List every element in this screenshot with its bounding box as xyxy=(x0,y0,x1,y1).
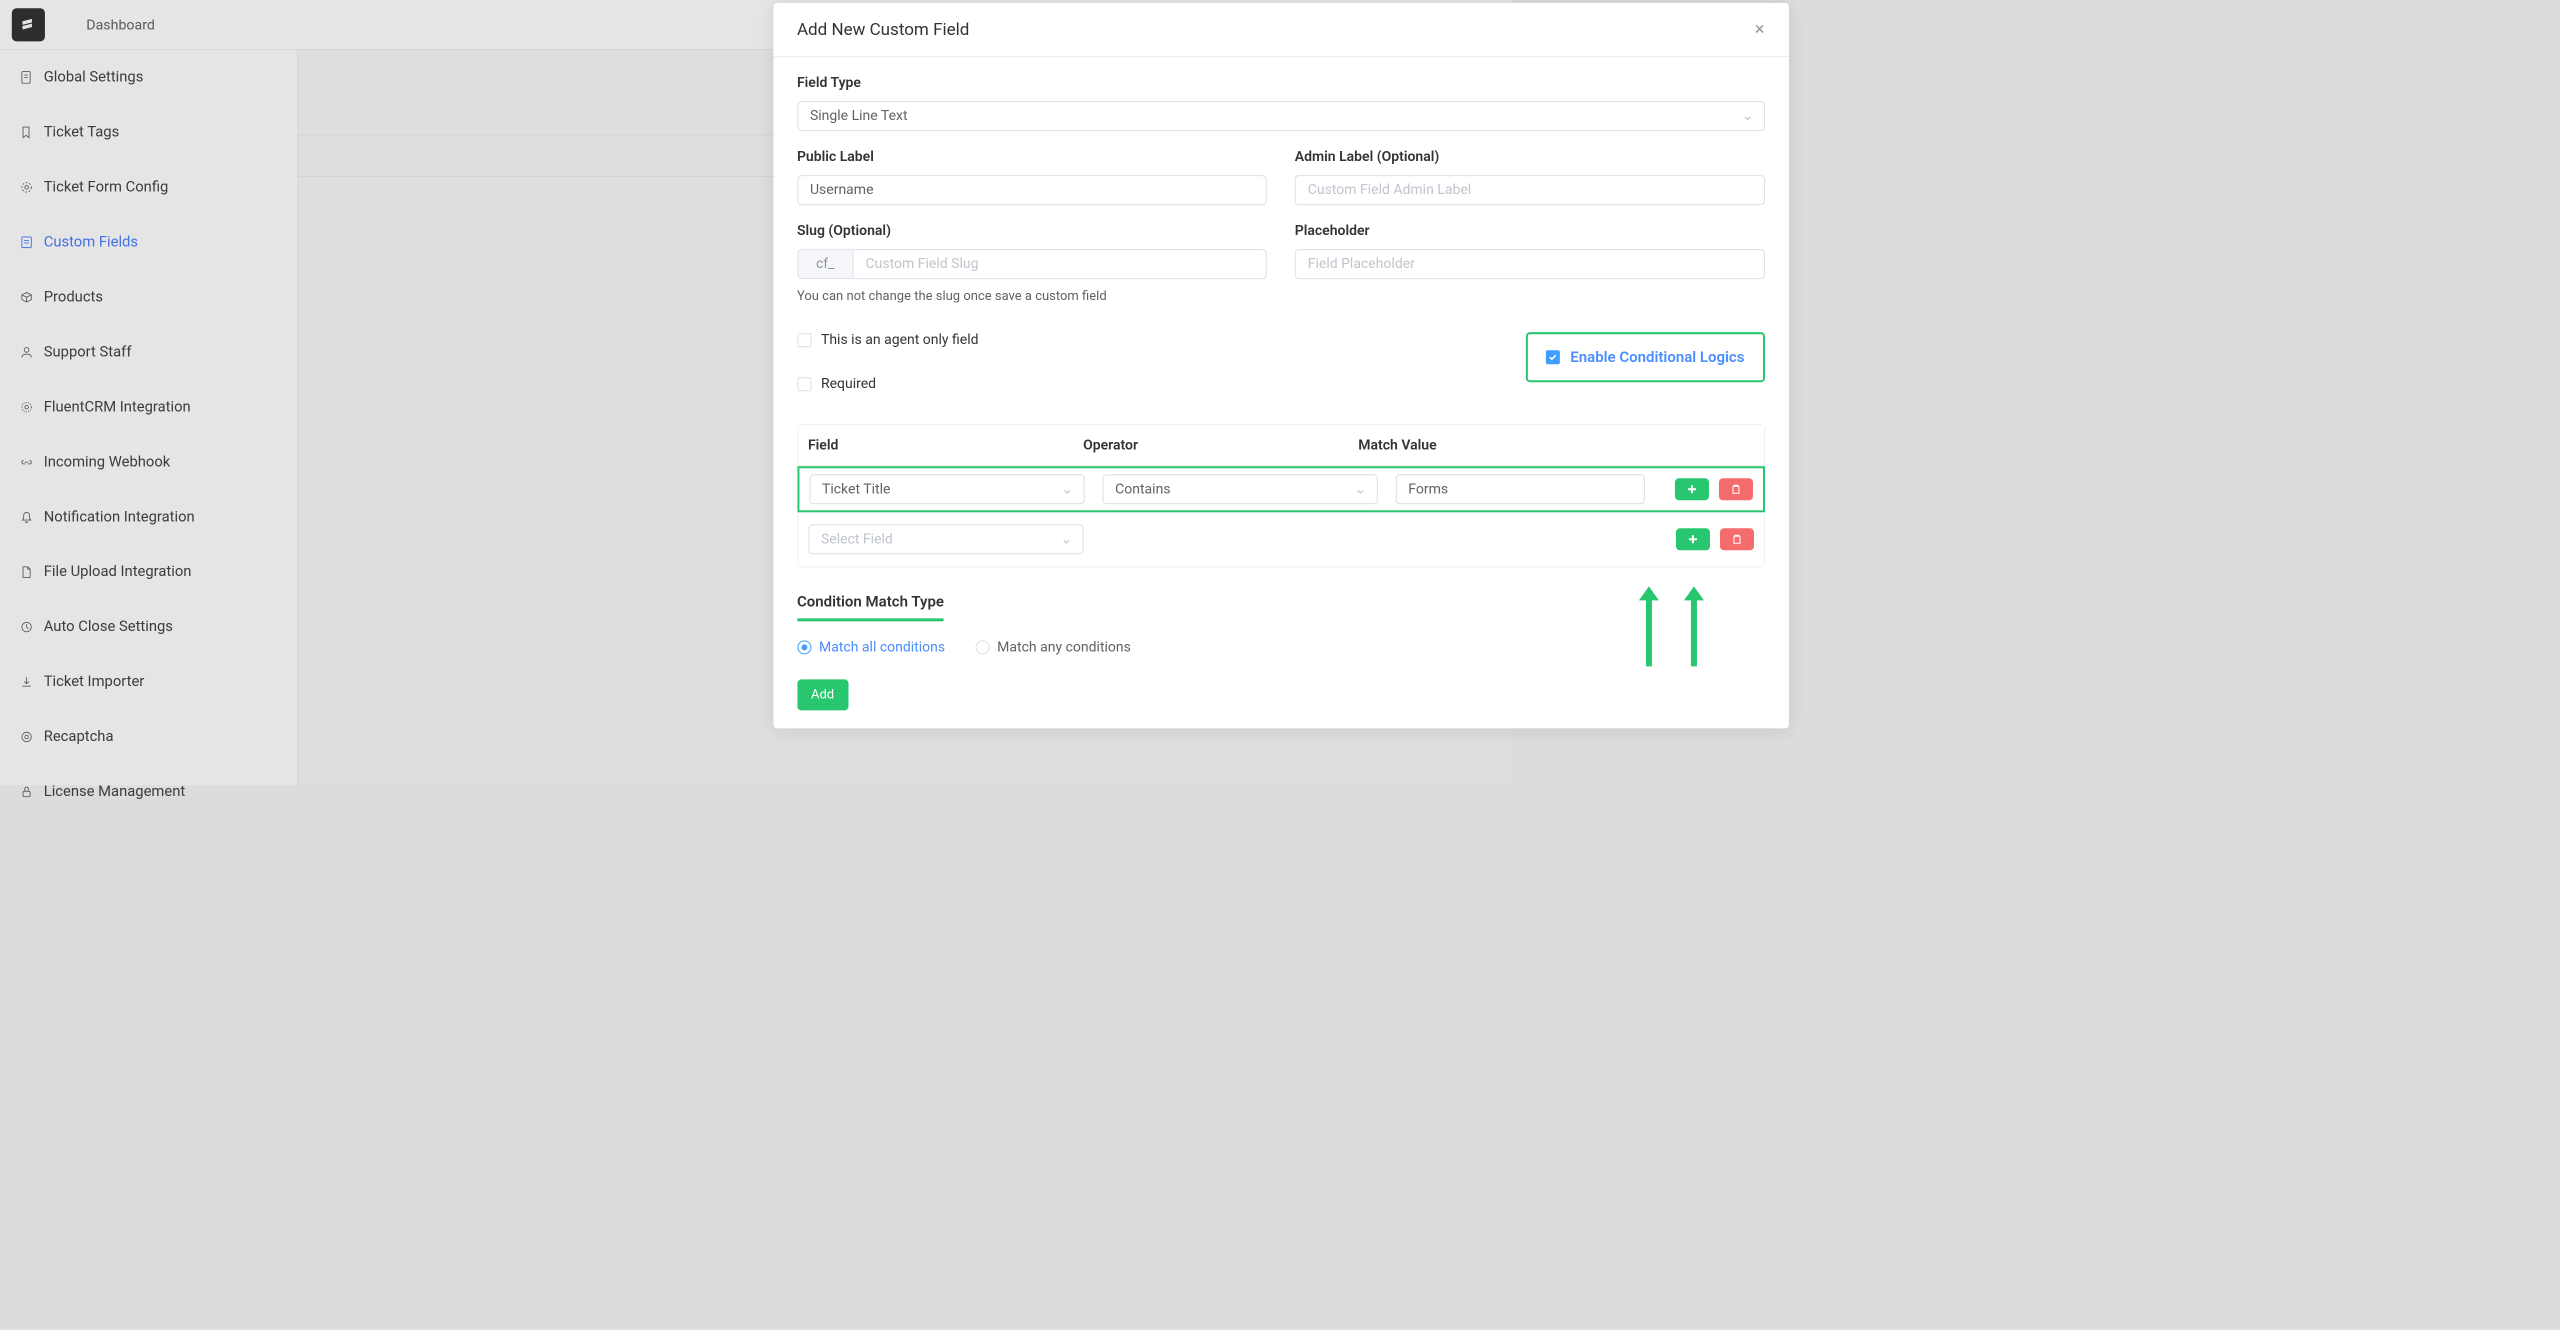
radio-icon xyxy=(797,640,811,654)
enable-conditional-checkbox[interactable] xyxy=(1546,350,1560,364)
plus-icon xyxy=(1686,533,1698,545)
admin-label-input[interactable] xyxy=(1295,175,1765,205)
public-label-input[interactable] xyxy=(797,175,1267,205)
required-label: Required xyxy=(821,376,876,392)
add-custom-field-modal: Add New Custom Field × Field Type Single… xyxy=(773,3,1789,728)
required-checkbox[interactable] xyxy=(797,377,811,391)
condition-field-placeholder: Select Field xyxy=(821,531,893,547)
conditions-header-value: Match Value xyxy=(1358,437,1753,453)
trash-icon xyxy=(1730,533,1742,545)
placeholder-input[interactable] xyxy=(1295,249,1765,279)
conditions-header-field: Field xyxy=(808,437,1083,453)
enable-conditional-annotation: Enable Conditional Logics xyxy=(1526,332,1764,382)
plus-icon xyxy=(1685,483,1697,495)
public-label-label: Public Label xyxy=(797,149,1267,165)
slug-help-text: You can not change the slug once save a … xyxy=(797,289,1765,304)
condition-field-select[interactable]: Ticket Title ⌄ xyxy=(809,474,1084,504)
match-any-label: Match any conditions xyxy=(997,639,1131,655)
chevron-down-icon: ⌄ xyxy=(1061,481,1073,497)
conditions-header-operator: Operator xyxy=(1083,437,1358,453)
modal-close-button[interactable]: × xyxy=(1755,19,1765,40)
check-icon xyxy=(1548,352,1558,362)
condition-value-input[interactable] xyxy=(1395,474,1644,504)
field-type-select[interactable]: Single Line Text ⌄ xyxy=(797,101,1765,131)
match-all-radio[interactable]: Match all conditions xyxy=(797,639,945,655)
match-all-label: Match all conditions xyxy=(819,639,945,655)
condition-operator-select[interactable]: Contains ⌄ xyxy=(1102,474,1377,504)
agent-only-label: This is an agent only field xyxy=(821,332,979,348)
annotation-arrow xyxy=(1690,598,1696,666)
agent-only-checkbox[interactable] xyxy=(797,333,811,347)
annotation-arrow xyxy=(1645,598,1651,666)
condition-match-type-heading: Condition Match Type xyxy=(797,592,944,621)
add-condition-button[interactable] xyxy=(1675,528,1709,550)
condition-field-select[interactable]: Select Field ⌄ xyxy=(808,524,1083,554)
conditions-table: Field Operator Match Value Ticket Title … xyxy=(797,424,1765,567)
add-button[interactable]: Add xyxy=(797,679,848,710)
condition-row: Select Field ⌄ xyxy=(798,512,1764,566)
modal-overlay: Add New Custom Field × Field Type Single… xyxy=(0,0,2560,1330)
radio-icon xyxy=(975,640,989,654)
placeholder-label: Placeholder xyxy=(1295,223,1765,239)
trash-icon xyxy=(1729,483,1741,495)
condition-operator-value: Contains xyxy=(1115,481,1170,497)
chevron-down-icon: ⌄ xyxy=(1355,481,1367,497)
field-type-label: Field Type xyxy=(797,75,1765,91)
match-any-radio[interactable]: Match any conditions xyxy=(975,639,1131,655)
field-type-value: Single Line Text xyxy=(810,108,908,124)
condition-row: Ticket Title ⌄ Contains ⌄ xyxy=(797,466,1765,512)
enable-conditional-label: Enable Conditional Logics xyxy=(1570,348,1744,366)
slug-input[interactable] xyxy=(852,249,1266,279)
slug-prefix: cf_ xyxy=(797,249,853,279)
chevron-down-icon: ⌄ xyxy=(1742,108,1754,124)
slug-label: Slug (Optional) xyxy=(797,223,1267,239)
remove-condition-button[interactable] xyxy=(1719,528,1753,550)
admin-label-label: Admin Label (Optional) xyxy=(1295,149,1765,165)
modal-title: Add New Custom Field xyxy=(797,20,969,40)
chevron-down-icon: ⌄ xyxy=(1060,531,1072,547)
add-condition-button[interactable] xyxy=(1674,478,1708,500)
condition-field-value: Ticket Title xyxy=(822,481,890,497)
remove-condition-button[interactable] xyxy=(1718,478,1752,500)
